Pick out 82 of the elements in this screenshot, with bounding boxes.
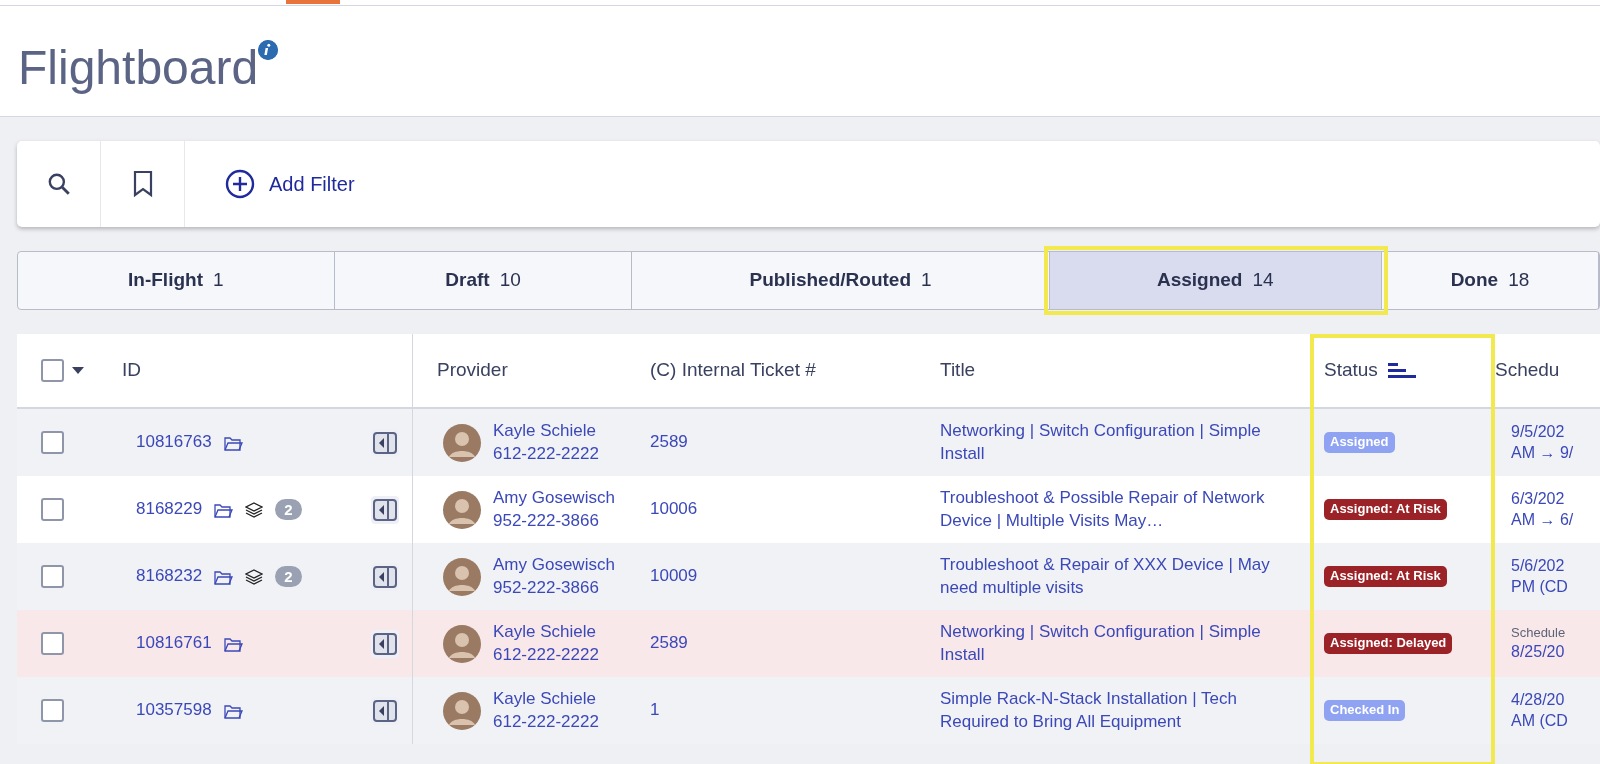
schedule-date: 6/3/202 — [1511, 488, 1566, 509]
provider-name[interactable]: Kayle Schiele — [493, 621, 599, 644]
id-link[interactable]: 10816761 — [136, 632, 212, 655]
table-row[interactable]: 10816761 Kayle Schiele 612-222-2222 2589 Networking | Switch Configuration | Simple Install Assigned: Delayed Schedule 8/25/20 — [17, 610, 1600, 677]
table-row[interactable]: 10357598 Kayle Schiele 612-222-2222 1 Simple Rack-N-Stack Installation | Tech Required to Bring All Equipment Checked In 4/28/20 AM (CD — [17, 677, 1600, 744]
id-link[interactable]: 10816763 — [136, 431, 212, 454]
status-tab[interactable]: Done 18 — [1381, 252, 1599, 309]
status-tab[interactable]: Draft 10 — [334, 252, 633, 309]
provider-name[interactable]: Amy Gosewisch — [493, 554, 615, 577]
panel-toggle-icon[interactable] — [370, 494, 400, 525]
avatar-icon — [443, 691, 481, 730]
schedule-date: PM (CD — [1511, 576, 1568, 597]
ticket-number: 10009 — [650, 565, 698, 588]
add-filter-button[interactable]: Add Filter — [185, 141, 395, 227]
schedule-date: 8/25/20 — [1511, 641, 1566, 662]
count-badge: 2 — [275, 565, 302, 588]
provider-phone: 952-222-3866 — [493, 509, 600, 532]
provider-name[interactable]: Kayle Schiele — [493, 420, 599, 443]
provider-name[interactable]: Amy Gosewisch — [493, 487, 615, 510]
select-all-checkbox[interactable] — [41, 359, 64, 382]
job-title-link[interactable]: Simple Rack-N-Stack Installation | Tech Required to Bring All Equipment — [940, 688, 1270, 733]
row-checkbox[interactable] — [41, 431, 64, 454]
provider-phone: 612-222-2222 — [493, 643, 599, 666]
row-checkbox[interactable] — [41, 498, 64, 521]
column-header[interactable]: Schedu — [1495, 358, 1560, 383]
status-badge: Assigned: Delayed — [1324, 633, 1453, 654]
ticket-number: 2589 — [650, 431, 688, 454]
provider-phone: 612-222-2222 — [493, 710, 599, 733]
info-icon[interactable] — [258, 40, 279, 60]
id-link[interactable]: 10357598 — [136, 699, 212, 722]
ticket-number: 2589 — [650, 632, 688, 655]
row-checkbox[interactable] — [41, 632, 64, 655]
caret-icon[interactable] — [72, 367, 84, 374]
job-title-link[interactable]: Networking | Switch Configuration | Simple Install — [940, 420, 1270, 465]
column-header[interactable]: Title — [940, 358, 976, 383]
schedule-date: AM (CD — [1511, 710, 1568, 731]
provider-phone: 952-222-3866 — [493, 576, 600, 599]
column-header[interactable]: Provider — [437, 358, 508, 383]
row-checkbox[interactable] — [41, 565, 64, 588]
folder-icon[interactable] — [223, 434, 243, 451]
table-row[interactable]: 8168232 2 Amy Gosewisch 952-222-3866 10009 Troubleshoot & Repair of XXX Device | May need multiple visits Assigned: At Risk 5/6/202 PM (CD — [17, 543, 1600, 610]
table-row[interactable]: 10816763 Kayle Schiele 612-222-2222 2589 Networking | Switch Configuration | Simple Install Assigned 9/5/202 AM → 9/ — [17, 409, 1600, 476]
column-header[interactable]: ID — [122, 358, 141, 383]
avatar-icon — [443, 423, 481, 462]
folder-icon[interactable] — [214, 568, 234, 585]
folder-icon[interactable] — [214, 501, 234, 518]
status-badge: Assigned: At Risk — [1324, 499, 1447, 520]
id-link[interactable]: 8168232 — [136, 565, 203, 588]
schedule-label: Schedule — [1511, 624, 1566, 642]
avatar-icon — [443, 557, 481, 596]
plus-circle-icon — [225, 169, 255, 199]
page-title: Flightboard — [18, 41, 259, 94]
schedule-date: AM → 6/ — [1511, 509, 1574, 530]
layers-icon[interactable] — [245, 568, 264, 585]
status-badge: Assigned: At Risk — [1324, 566, 1447, 587]
job-title-link[interactable]: Troubleshoot & Possible Repair of Network Device | Multiple Visits May… — [940, 487, 1270, 532]
schedule-date: 4/28/20 — [1511, 689, 1566, 710]
row-checkbox[interactable] — [41, 699, 64, 722]
active-tab-indicator — [286, 0, 340, 4]
folder-icon[interactable] — [223, 635, 243, 652]
status-badge: Assigned — [1324, 432, 1395, 453]
avatar-icon — [443, 490, 481, 529]
status-tab[interactable]: In-Flight 1 — [18, 252, 335, 309]
avatar-icon — [443, 624, 481, 663]
job-title-link[interactable]: Networking | Switch Configuration | Simple Install — [940, 621, 1270, 666]
layers-icon[interactable] — [245, 501, 264, 518]
schedule-date: 5/6/202 — [1511, 555, 1566, 576]
provider-name[interactable]: Kayle Schiele — [493, 688, 599, 711]
count-badge: 2 — [275, 498, 302, 521]
column-header[interactable]: (C) Internal Ticket # — [650, 358, 816, 383]
status-badge: Checked In — [1324, 700, 1406, 721]
column-header[interactable]: Status — [1324, 358, 1378, 383]
id-link[interactable]: 8168229 — [136, 498, 203, 521]
folder-icon[interactable] — [223, 702, 243, 719]
job-title-link[interactable]: Troubleshoot & Repair of XXX Device | May need multiple visits — [940, 554, 1270, 599]
schedule-date: 9/5/202 — [1511, 421, 1566, 442]
ticket-number: 1 — [650, 699, 660, 722]
ticket-number: 10006 — [650, 498, 698, 521]
panel-toggle-icon[interactable] — [370, 628, 400, 659]
schedule-date: AM → 9/ — [1511, 442, 1574, 463]
sort-icon[interactable] — [1387, 363, 1416, 378]
provider-phone: 612-222-2222 — [493, 442, 599, 465]
